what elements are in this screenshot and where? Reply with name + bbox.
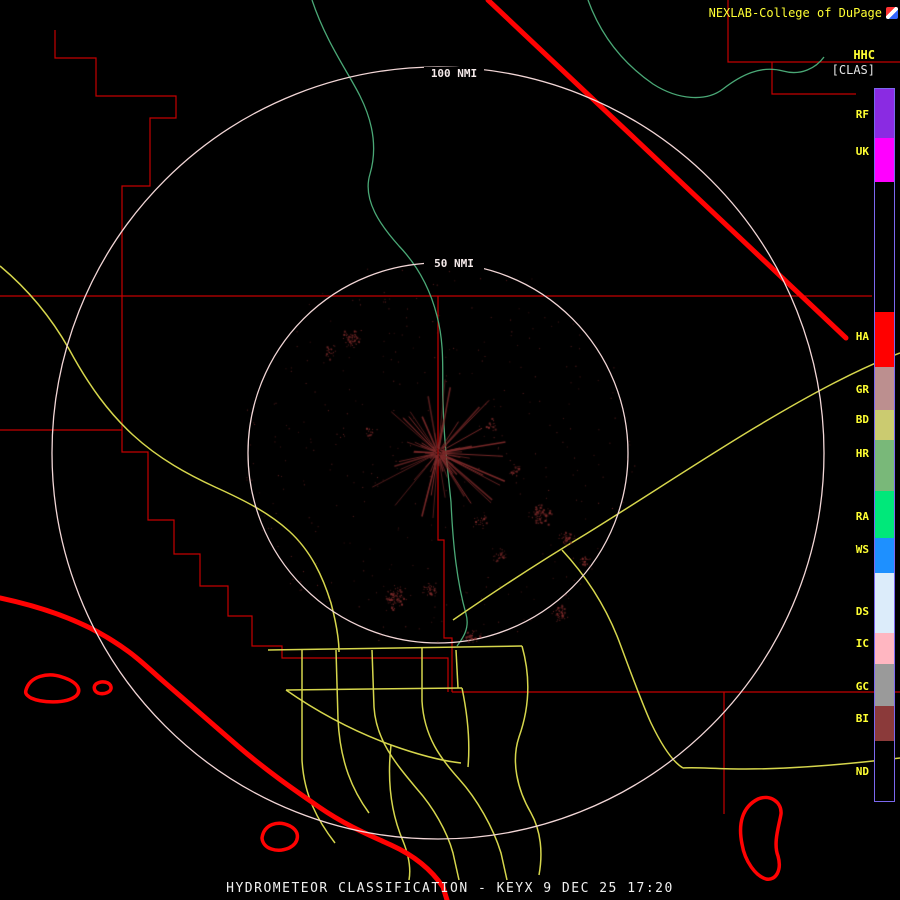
legend-seg-BD — [875, 410, 894, 440]
legend-seg-gap — [875, 182, 894, 312]
legend-label-WS: WS — [856, 543, 869, 556]
legend-label-GR: GR — [856, 383, 869, 396]
rivers — [312, 0, 824, 646]
legend-label-RF: RF — [856, 108, 869, 121]
legend-seg-UK — [875, 138, 894, 182]
legend-seg-GC — [875, 664, 894, 706]
legend-label-UK: UK — [856, 145, 869, 158]
legend-seg-HR — [875, 440, 894, 491]
product-mode: [CLAS] — [832, 63, 875, 77]
ring-label-50: 50 NMI — [424, 257, 484, 270]
legend-label-BI: BI — [856, 712, 869, 725]
nexlab-logo-icon — [886, 7, 898, 19]
radar-display: 100 NMI 50 NMI NEXLAB-College of DuPage H… — [0, 0, 900, 900]
legend-seg-IC — [875, 633, 894, 664]
brand-text: NEXLAB-College of DuPage — [709, 6, 882, 20]
legend-label-GC: GC — [856, 680, 869, 693]
legend-seg-DS — [875, 573, 894, 633]
legend-label-ND: ND — [856, 765, 869, 778]
colorbar — [874, 88, 895, 802]
legend-seg-RA — [875, 491, 894, 538]
legend-label-HA: HA — [856, 330, 869, 343]
ring-label-100: 100 NMI — [424, 67, 484, 80]
legend-label-RA: RA — [856, 510, 869, 523]
legend-seg-GR — [875, 367, 894, 410]
highways — [0, 266, 900, 880]
legend-label-BD: BD — [856, 413, 869, 426]
legend-seg-HA — [875, 312, 894, 367]
brand: NEXLAB-College of DuPage — [709, 6, 898, 20]
legend-label-IC: IC — [856, 637, 869, 650]
legend-seg-BI — [875, 706, 894, 741]
legend-label-DS: DS — [856, 605, 869, 618]
legend-seg-ND — [875, 741, 894, 801]
legend-seg-RF — [875, 89, 894, 138]
radar-map — [0, 0, 900, 900]
status-bar: HYDROMETEOR CLASSIFICATION - KEYX 9 DEC … — [0, 881, 900, 896]
legend-label-HR: HR — [856, 447, 869, 460]
product-code: HHC — [853, 48, 875, 62]
legend-seg-WS — [875, 538, 894, 573]
